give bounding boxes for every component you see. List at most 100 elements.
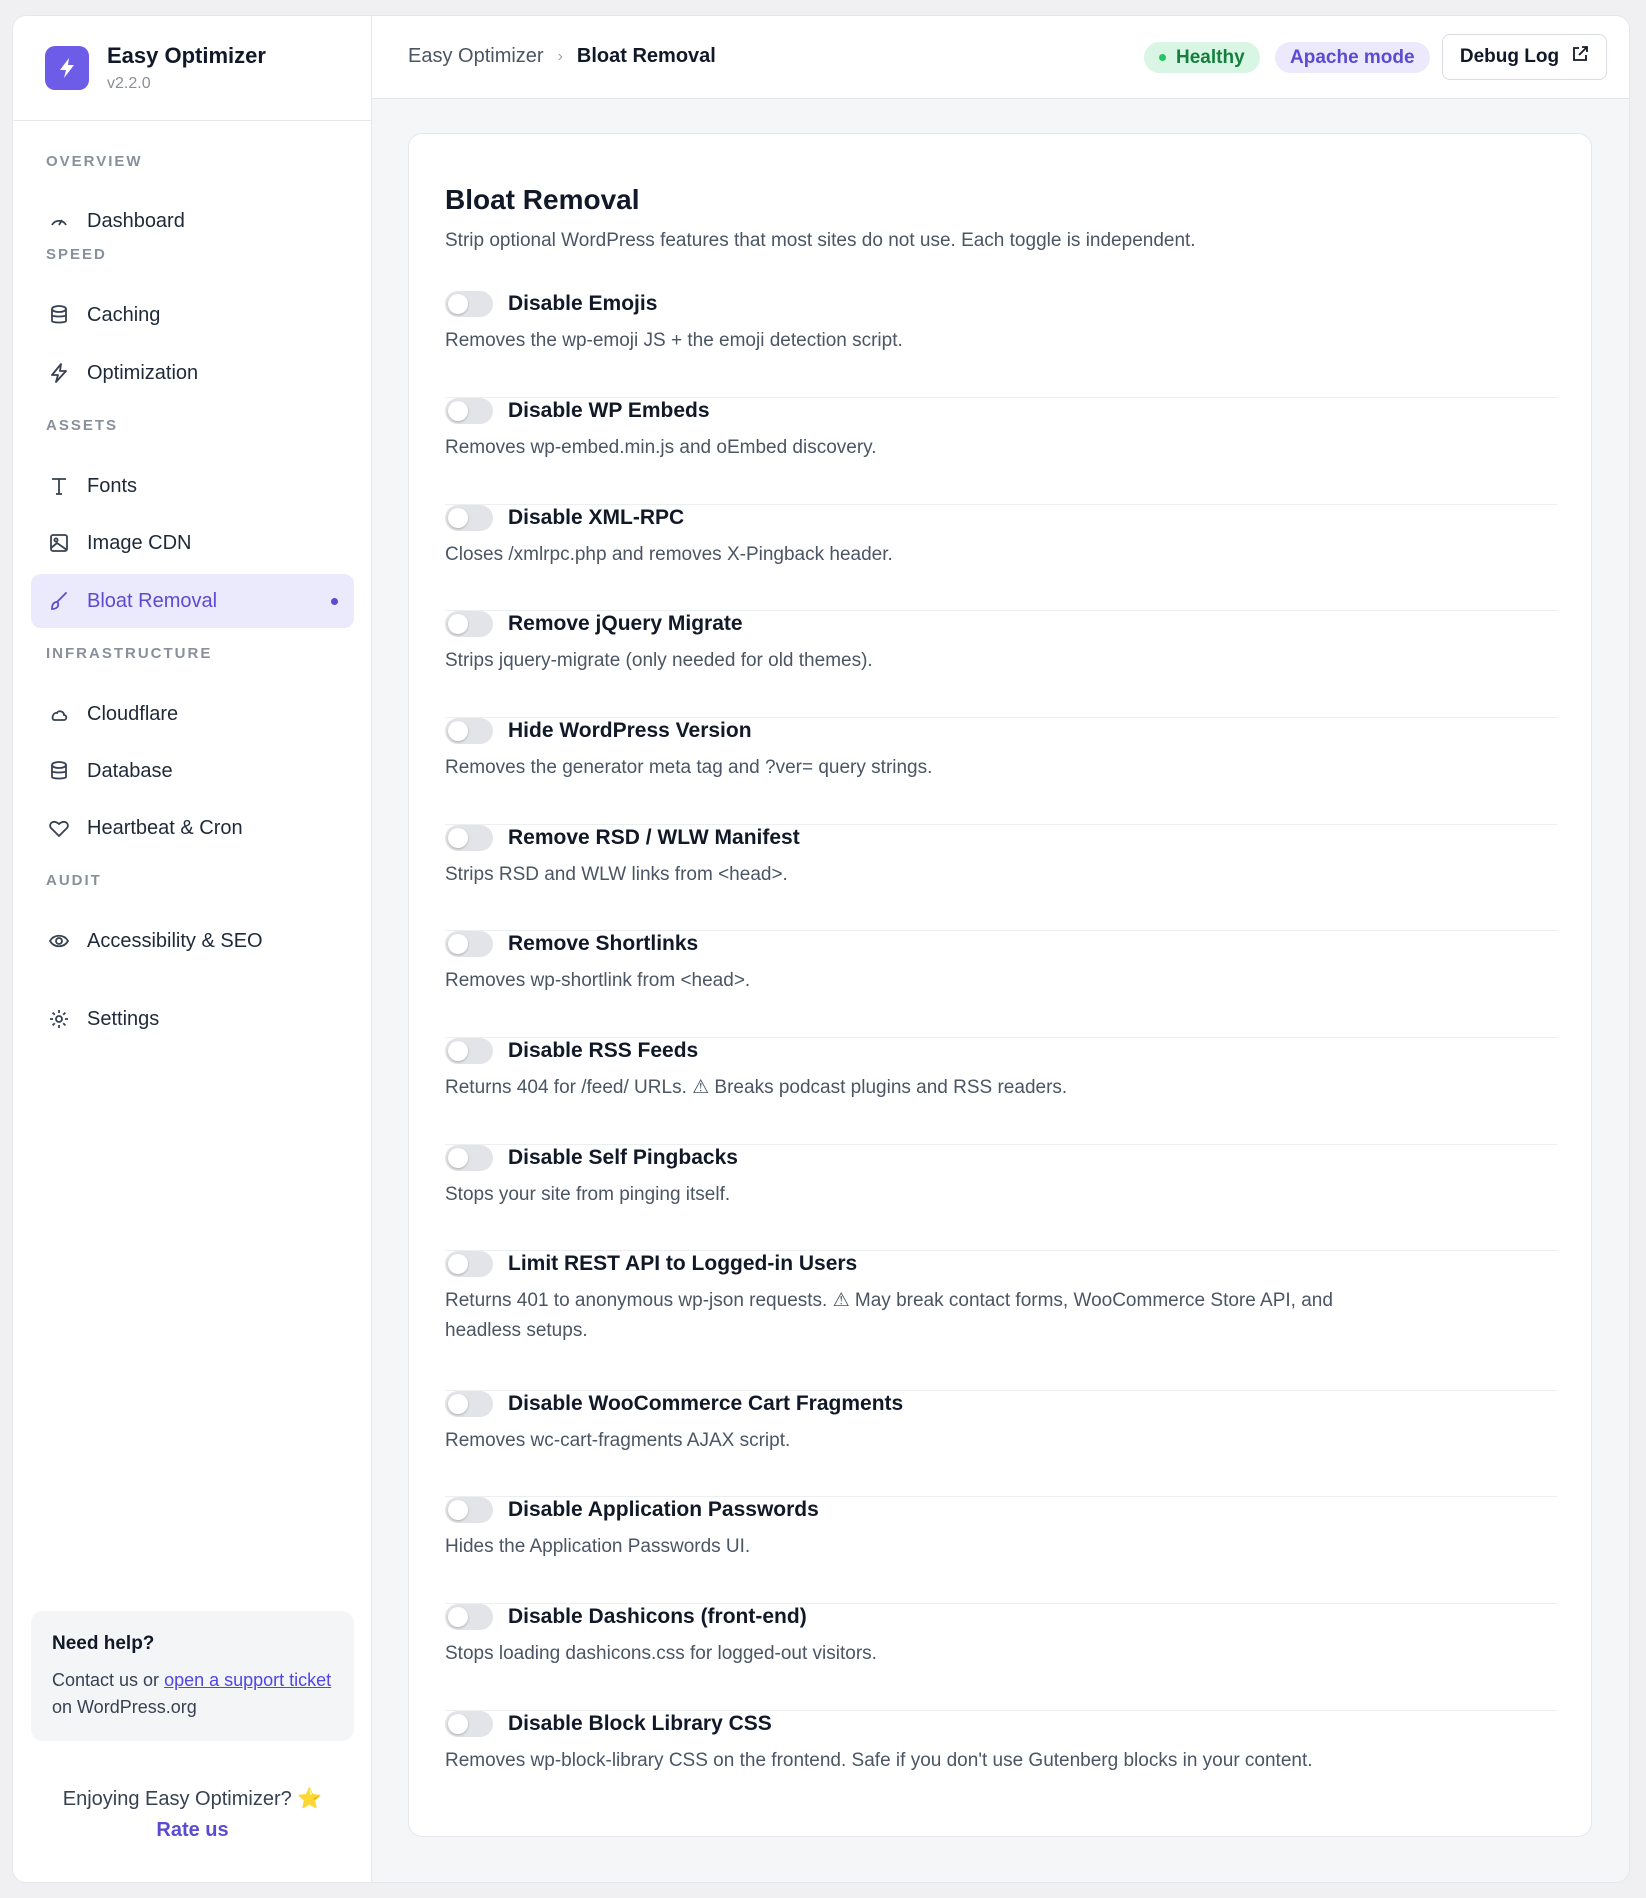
rate-us-link[interactable]: Rate us xyxy=(13,1819,372,1842)
sidebar-item-label: Heartbeat & Cron xyxy=(87,816,243,839)
option-title: Limit REST API to Logged-in Users xyxy=(508,1252,858,1275)
sidebar-item-label: Bloat Removal xyxy=(87,589,218,612)
option-description: Strips jquery-migrate (only needed for o… xyxy=(445,650,873,671)
debug-log-button[interactable]: Debug Log xyxy=(1442,34,1607,80)
heart-icon xyxy=(47,816,71,840)
option-title: Disable RSS Feeds xyxy=(508,1039,699,1062)
sidebar-item-image-cdn[interactable]: Image CDN xyxy=(31,516,354,570)
option-toggle[interactable] xyxy=(445,398,493,424)
sidebar-item-accessibility-seo[interactable]: Accessibility & SEO xyxy=(31,914,354,968)
sidebar-item-dashboard[interactable]: Dashboard xyxy=(31,194,354,248)
option-title: Disable Dashicons (front-end) xyxy=(508,1605,807,1628)
nav-section-audit: AUDIT xyxy=(46,872,102,889)
sidebar-item-optimization[interactable]: Optimization xyxy=(31,346,354,400)
option-description: Hides the Application Passwords UI. xyxy=(445,1536,751,1557)
option-row: Disable Self Pingbacks Stops your site fr… xyxy=(445,1145,1557,1251)
toggle-knob xyxy=(448,1254,468,1274)
toggle-knob xyxy=(448,721,468,741)
option-description: Removes the generator meta tag and ?ver=… xyxy=(445,757,933,778)
sidebar: Easy Optimizer v2.2.0 OVERVIEW Dashboard… xyxy=(13,16,372,1882)
option-row: Disable Dashicons (front-end) Stops loadi… xyxy=(445,1604,1557,1711)
bloat-removal-card: Bloat Removal Strip optional WordPress f… xyxy=(408,133,1592,1837)
option-title: Disable WP Embeds xyxy=(508,399,710,422)
gear-icon xyxy=(47,1007,71,1031)
option-toggle[interactable] xyxy=(445,718,493,744)
lightning-logo-icon xyxy=(45,46,89,90)
sidebar-item-label: Fonts xyxy=(87,474,138,497)
option-toggle[interactable] xyxy=(445,1711,493,1737)
database-icon xyxy=(47,303,71,327)
nav-section-overview: OVERVIEW xyxy=(46,153,143,170)
option-toggle[interactable] xyxy=(445,931,493,957)
option-toggle[interactable] xyxy=(445,291,493,317)
breadcrumb-root[interactable]: Easy Optimizer xyxy=(408,45,544,68)
option-toggle[interactable] xyxy=(445,1604,493,1630)
sidebar-item-label: Settings xyxy=(87,1007,160,1030)
option-row: Hide WordPress Version Removes the genera… xyxy=(445,718,1557,825)
sidebar-item-cloudflare[interactable]: Cloudflare xyxy=(31,687,354,741)
topbar: Easy Optimizer › Bloat Removal Healthy A… xyxy=(372,16,1629,99)
database-icon xyxy=(47,759,71,783)
nav-section-assets: ASSETS xyxy=(46,417,119,434)
toggle-knob xyxy=(448,401,468,421)
option-row: Disable Block Library CSS Removes wp-bloc… xyxy=(445,1711,1557,1811)
help-text: Contact us or open a support ticket on W… xyxy=(52,1667,333,1721)
toggle-knob xyxy=(448,934,468,954)
eye-icon xyxy=(47,929,71,953)
support-ticket-link[interactable]: open a support ticket xyxy=(164,1670,331,1690)
lightning-icon xyxy=(47,361,71,385)
rate-prompt: Enjoying Easy Optimizer? ⭐ Rate us xyxy=(13,1786,372,1842)
option-description: Returns 401 to anonymous wp-json request… xyxy=(445,1290,1333,1341)
option-toggle[interactable] xyxy=(445,825,493,851)
option-description: Removes wp-block-library CSS on the fron… xyxy=(445,1750,1313,1771)
brand: Easy Optimizer v2.2.0 xyxy=(13,16,371,121)
image-icon xyxy=(47,531,71,555)
external-link-icon xyxy=(1571,45,1589,69)
option-description: Removes the wp-emoji JS + the emoji dete… xyxy=(445,330,903,351)
option-title: Disable Self Pingbacks xyxy=(508,1146,738,1169)
option-toggle[interactable] xyxy=(445,1038,493,1064)
option-toggle[interactable] xyxy=(445,1391,493,1417)
sidebar-item-settings[interactable]: Settings xyxy=(31,992,354,1046)
option-row: Disable RSS Feeds Returns 404 for /feed/ … xyxy=(445,1038,1557,1145)
breadcrumb-current: Bloat Removal xyxy=(576,45,716,67)
mode-badge: Apache mode xyxy=(1275,42,1430,73)
option-title: Remove Shortlinks xyxy=(508,932,699,955)
toggle-knob xyxy=(448,1500,468,1520)
help-suffix: on WordPress.org xyxy=(52,1697,197,1717)
option-row: Disable WooCommerce Cart Fragments Remove… xyxy=(445,1391,1557,1497)
broom-icon xyxy=(47,589,71,613)
option-toggle[interactable] xyxy=(445,505,493,531)
option-row: Remove RSD / WLW Manifest Strips RSD and … xyxy=(445,825,1557,931)
sidebar-item-bloat-removal[interactable]: Bloat Removal xyxy=(31,574,354,628)
debug-log-label: Debug Log xyxy=(1459,46,1560,67)
chevron-right-icon: › xyxy=(557,47,563,65)
option-description: Strips RSD and WLW links from <head>. xyxy=(445,864,788,885)
sidebar-item-caching[interactable]: Caching xyxy=(31,288,354,342)
sidebar-item-label: Database xyxy=(87,759,173,782)
app-window: Easy Optimizer v2.2.0 OVERVIEW Dashboard… xyxy=(12,15,1630,1883)
sidebar-item-label: Image CDN xyxy=(87,531,192,554)
toggle-knob xyxy=(448,294,468,314)
sidebar-item-label: Optimization xyxy=(87,361,199,384)
nav-section-speed: SPEED xyxy=(46,246,107,263)
toggle-knob xyxy=(448,1607,468,1627)
option-toggle[interactable] xyxy=(445,1145,493,1171)
option-toggle[interactable] xyxy=(445,1251,493,1277)
gauge-icon xyxy=(47,209,71,233)
help-box: Need help? Contact us or open a support … xyxy=(31,1611,354,1741)
toggle-knob xyxy=(448,828,468,848)
sidebar-item-label: Caching xyxy=(87,303,161,326)
option-toggle[interactable] xyxy=(445,1497,493,1523)
app-version: v2.2.0 xyxy=(107,75,151,92)
app-name: Easy Optimizer xyxy=(107,43,266,68)
sidebar-item-database[interactable]: Database xyxy=(31,744,354,798)
sidebar-item-heartbeat-cron[interactable]: Heartbeat & Cron xyxy=(31,801,354,855)
option-description: Stops your site from pinging itself. xyxy=(445,1184,731,1205)
sidebar-item-fonts[interactable]: Fonts xyxy=(31,459,354,513)
option-title: Disable WooCommerce Cart Fragments xyxy=(508,1392,904,1415)
option-row: Disable XML-RPC Closes /xmlrpc.php and re… xyxy=(445,505,1557,611)
rate-text: Enjoying Easy Optimizer? ⭐ xyxy=(62,1788,323,1810)
option-toggle[interactable] xyxy=(445,611,493,637)
toggle-knob xyxy=(448,1714,468,1734)
